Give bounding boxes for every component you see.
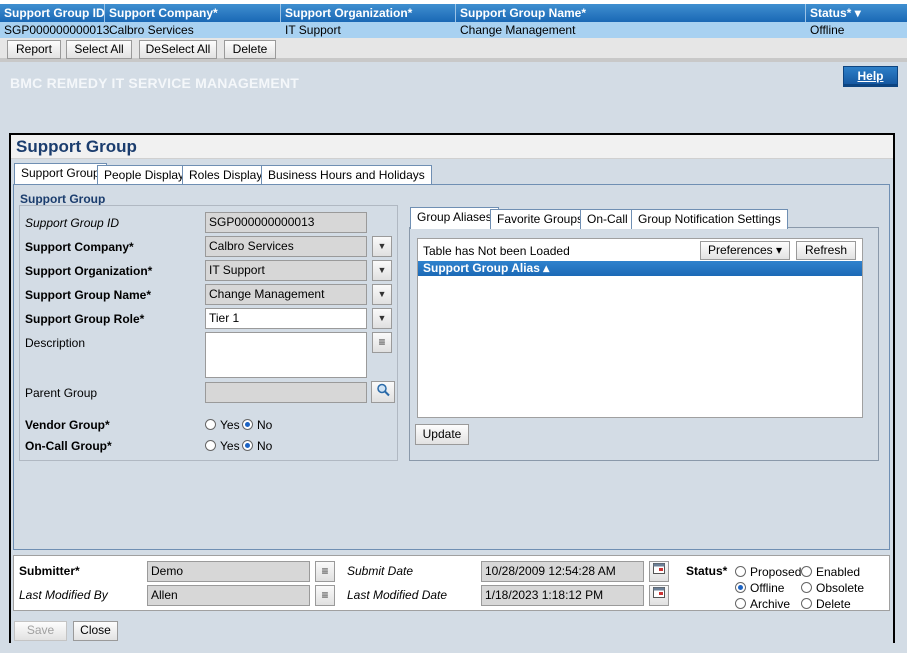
- column-header-status-label: Status*: [810, 6, 852, 20]
- status-delete-label: Delete: [816, 597, 851, 611]
- support-group-role-field[interactable]: Tier 1: [205, 308, 367, 329]
- cell-support-group-id: SGP000000000013: [4, 23, 110, 37]
- results-table-header: Support Group ID Support Company* Suppor…: [0, 4, 907, 22]
- on-call-group-yes-radio[interactable]: [205, 440, 216, 451]
- chevron-down-icon[interactable]: ▼: [372, 236, 392, 257]
- vendor-group-label: Vendor Group*: [25, 418, 110, 432]
- on-call-group-no-label: No: [257, 439, 273, 453]
- form-title: Support Group: [16, 137, 137, 156]
- on-call-group-yes-label: Yes: [220, 439, 240, 453]
- status-enabled-radio[interactable]: [801, 566, 812, 577]
- results-toolbar: Report Select All DeSelect All Delete: [0, 38, 907, 62]
- support-organization-field[interactable]: IT Support: [205, 260, 367, 281]
- status-obsolete-label: Obsolete: [816, 581, 865, 595]
- vendor-group-yes-radio[interactable]: [205, 419, 216, 430]
- status-proposed-label: Proposed: [750, 565, 802, 579]
- tab-group-aliases[interactable]: Group Aliases: [410, 207, 499, 229]
- support-company-field[interactable]: Calbro Services: [205, 236, 367, 257]
- text-expand-icon[interactable]: ≡: [315, 561, 335, 582]
- save-button[interactable]: Save: [14, 621, 67, 641]
- report-button[interactable]: Report: [7, 40, 61, 59]
- vendor-group-no-label: No: [257, 418, 273, 432]
- tab-favorite-groups[interactable]: Favorite Groups: [490, 209, 591, 229]
- tab-group-notification-settings[interactable]: Group Notification Settings: [631, 209, 788, 229]
- status-archive-label: Archive: [750, 597, 791, 611]
- status-offline-radio[interactable]: [735, 582, 746, 593]
- parent-group-field[interactable]: [205, 382, 367, 403]
- tab-on-call[interactable]: On-Call: [580, 209, 635, 229]
- cell-support-group-name: Change Management: [460, 23, 576, 37]
- status-archive-radio[interactable]: [735, 598, 746, 609]
- cell-support-organization: IT Support: [285, 23, 341, 37]
- chevron-down-icon[interactable]: ▼: [372, 284, 392, 305]
- table-row[interactable]: SGP000000000013 Calbro Services IT Suppo…: [0, 22, 907, 38]
- last-modified-by-label: Last Modified By: [19, 588, 108, 602]
- form-title-bar: [11, 135, 893, 159]
- support-group-role-label: Support Group Role*: [25, 312, 145, 326]
- cell-support-company: Calbro Services: [109, 23, 194, 37]
- vendor-group-yes-label: Yes: [220, 418, 240, 432]
- text-expand-icon[interactable]: ≡: [372, 332, 392, 353]
- tab-support-group[interactable]: Support Group: [14, 163, 107, 185]
- column-header-support-group-name[interactable]: Support Group Name*: [456, 4, 806, 22]
- alias-table-status: Table has Not been Loaded: [423, 244, 570, 258]
- tab-business-hours[interactable]: Business Hours and Holidays: [261, 165, 432, 185]
- last-modified-date-label: Last Modified Date: [347, 588, 448, 602]
- help-button[interactable]: Help: [843, 66, 898, 87]
- last-modified-by-field: Allen: [147, 585, 310, 606]
- support-organization-label: Support Organization*: [25, 264, 153, 278]
- submitter-field: Demo: [147, 561, 310, 582]
- status-proposed-radio[interactable]: [735, 566, 746, 577]
- submit-date-field: 10/28/2009 12:54:28 AM: [481, 561, 644, 582]
- close-button[interactable]: Close: [73, 621, 118, 641]
- support-group-id-label: Support Group ID: [25, 216, 120, 230]
- last-modified-date-field: 1/18/2023 1:18:12 PM: [481, 585, 644, 606]
- calendar-icon[interactable]: [649, 585, 669, 606]
- status-enabled-label: Enabled: [816, 565, 861, 579]
- on-call-group-label: On-Call Group*: [25, 439, 112, 453]
- column-header-support-company[interactable]: Support Company*: [105, 4, 281, 22]
- description-label: Description: [25, 336, 86, 350]
- description-textarea[interactable]: [205, 332, 367, 378]
- column-header-support-group-id[interactable]: Support Group ID: [0, 4, 105, 22]
- calendar-icon[interactable]: [649, 561, 669, 582]
- section-label-support-group: Support Group: [20, 192, 106, 206]
- sort-down-icon: ▾: [854, 6, 861, 20]
- preferences-button[interactable]: Preferences ▾: [700, 241, 790, 260]
- search-icon[interactable]: [371, 381, 395, 403]
- status-label: Status*: [686, 564, 728, 578]
- tab-roles-display[interactable]: Roles Display: [182, 165, 270, 185]
- update-button[interactable]: Update: [415, 424, 469, 445]
- sort-up-icon: ▴: [543, 261, 550, 275]
- brand-title: BMC REMEDY IT SERVICE MANAGEMENT: [10, 75, 300, 91]
- support-company-label: Support Company*: [25, 240, 134, 254]
- chevron-down-icon[interactable]: ▼: [372, 260, 392, 281]
- support-group-name-field[interactable]: Change Management: [205, 284, 367, 305]
- support-group-name-label: Support Group Name*: [25, 288, 152, 302]
- vendor-group-no-radio[interactable]: [242, 419, 253, 430]
- cell-status: Offline: [810, 23, 845, 37]
- caret-down-icon: ▾: [776, 243, 783, 257]
- parent-group-label: Parent Group: [25, 386, 98, 400]
- tab-people-display[interactable]: People Display: [97, 165, 192, 185]
- alias-table-header[interactable]: Support Group Alias ▴: [418, 261, 862, 276]
- delete-button[interactable]: Delete: [224, 40, 276, 59]
- column-header-support-organization[interactable]: Support Organization*: [281, 4, 456, 22]
- status-delete-radio[interactable]: [801, 598, 812, 609]
- deselect-all-button[interactable]: DeSelect All: [139, 40, 217, 59]
- submitter-label: Submitter*: [19, 564, 80, 578]
- bottom-button-bar: [11, 616, 893, 645]
- status-obsolete-radio[interactable]: [801, 582, 812, 593]
- select-all-button[interactable]: Select All: [66, 40, 132, 59]
- on-call-group-no-radio[interactable]: [242, 440, 253, 451]
- refresh-button[interactable]: Refresh: [796, 241, 856, 260]
- preferences-label: Preferences: [707, 243, 773, 257]
- column-header-status[interactable]: Status* ▾: [806, 4, 907, 22]
- submit-date-label: Submit Date: [347, 564, 414, 578]
- status-offline-label: Offline: [750, 581, 785, 595]
- text-expand-icon[interactable]: ≡: [315, 585, 335, 606]
- chevron-down-icon[interactable]: ▼: [372, 308, 392, 329]
- alias-column-label: Support Group Alias: [423, 261, 540, 275]
- support-group-id-field: SGP000000000013: [205, 212, 367, 233]
